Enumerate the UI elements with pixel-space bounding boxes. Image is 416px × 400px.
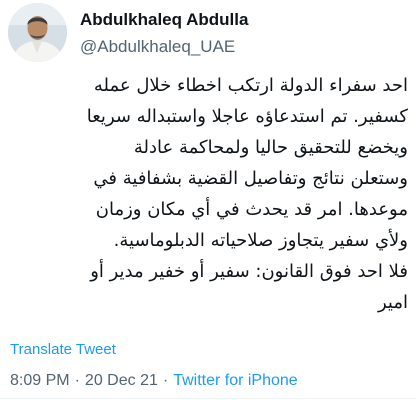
author-display-name[interactable]: Abdulkhaleq Abdulla xyxy=(80,10,248,30)
profile-photo-icon xyxy=(8,3,67,62)
author-handle[interactable]: @Abdulkhaleq_UAE xyxy=(80,37,235,57)
tweet-text-line: احد سفراء الدولة ارتكب اخطاء خلال عمله xyxy=(93,75,408,96)
tweet-text-line: ولأي سفير يتجاوز صلاحياته الدبلوماسية. xyxy=(113,230,408,251)
tweet-date[interactable]: 20 Dec 21 xyxy=(85,372,158,389)
tweet-text-line: موعدها. امر قد يحدث في أي مكان وزمان xyxy=(95,199,408,220)
tweet-time[interactable]: 8:09 PM xyxy=(10,372,70,389)
translate-tweet-link[interactable]: Translate Tweet xyxy=(10,341,116,358)
tweet-text-line: امير xyxy=(377,292,408,313)
tweet-text: احد سفراء الدولة ارتكب اخطاء خلال عمله ك… xyxy=(10,70,408,318)
tweet-text-line: وستعلن نتائج وتفاصيل القضية بشفافية في xyxy=(93,168,408,189)
tweet-text-line: ويخضع للتحقيق حاليا ولمحاكمة عادلة xyxy=(133,137,408,158)
tweet-text-line: فلا احد فوق القانون: سفير أو خفير مدير أ… xyxy=(90,261,408,282)
meta-separator: · xyxy=(74,372,80,389)
author-avatar[interactable] xyxy=(8,3,67,62)
tweet-metadata: 8:09 PM · 20 Dec 21 · Twitter for iPhone xyxy=(10,372,298,390)
meta-separator: · xyxy=(162,372,169,389)
tweet-card: Abdulkhaleq Abdulla @Abdulkhaleq_UAE احد… xyxy=(0,0,416,400)
divider xyxy=(0,398,416,399)
tweet-source-link[interactable]: Twitter for iPhone xyxy=(173,372,298,389)
tweet-text-line: كسفير. تم استدعاؤه عاجلا واستبداله سريعا xyxy=(86,106,408,127)
